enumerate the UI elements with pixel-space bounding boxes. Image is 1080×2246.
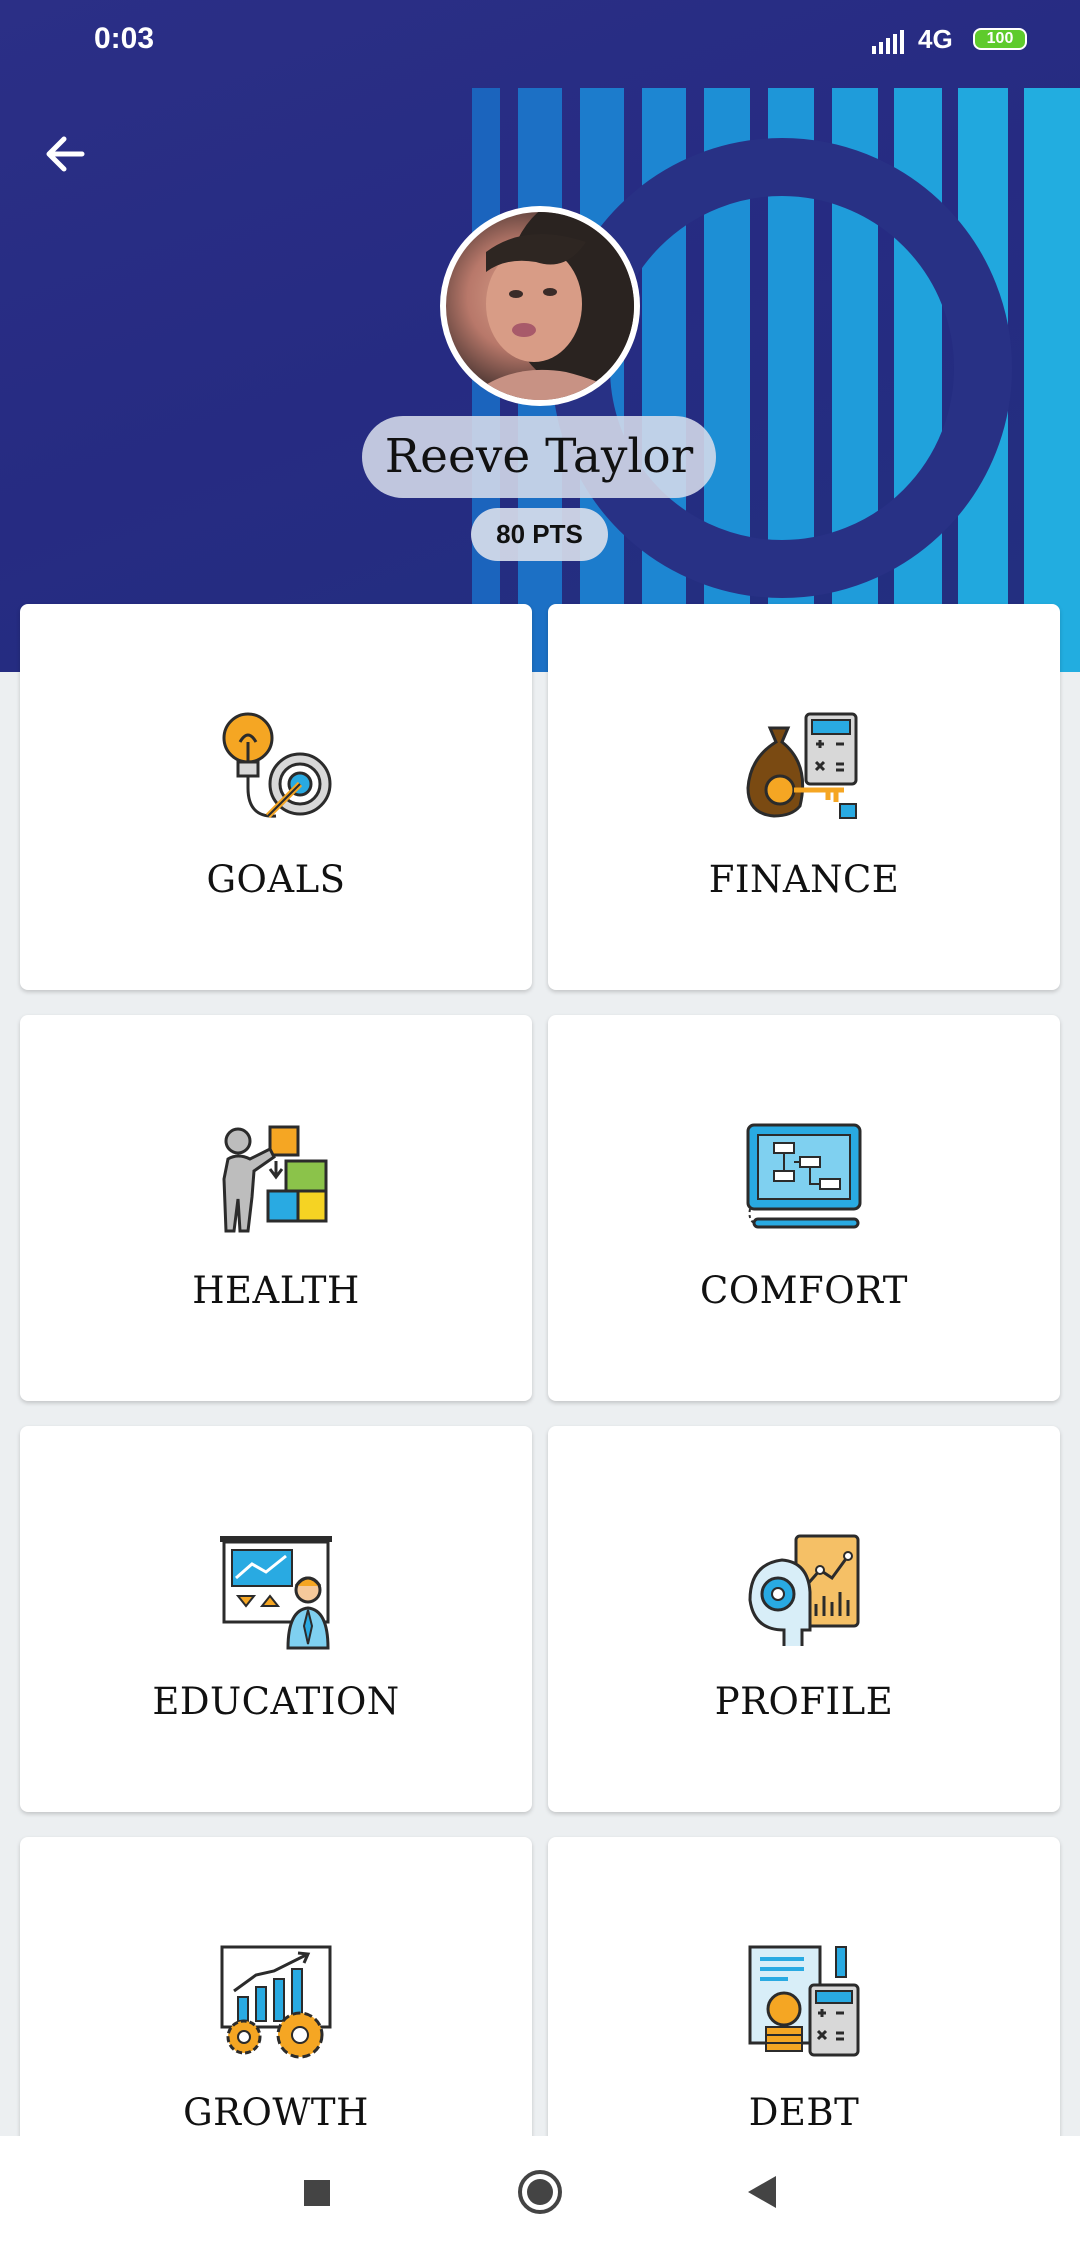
- battery-icon: 100: [973, 28, 1027, 50]
- menu-card-profile[interactable]: PROFILE: [548, 1426, 1060, 1812]
- back-arrow-icon[interactable]: [38, 126, 94, 182]
- system-nav-bar: [0, 2136, 1080, 2246]
- menu-label-comfort: COMFORT: [700, 1269, 908, 1312]
- points-badge: 80 PTS: [471, 508, 608, 561]
- avatar[interactable]: [440, 206, 640, 406]
- menu-label-debt: DEBT: [748, 2091, 860, 2134]
- home-circle-icon[interactable]: [512, 2164, 568, 2220]
- presentation-board-icon: [220, 1536, 332, 1650]
- menu-label-growth: GROWTH: [183, 2091, 369, 2134]
- goal-target-icon: [222, 712, 332, 819]
- recents-square-icon[interactable]: [288, 2164, 344, 2220]
- growth-chart-gears-icon: [220, 1945, 332, 2059]
- menu-label-profile: PROFILE: [714, 1680, 894, 1723]
- profile-header: 0:03 4G 100 Reeve Taylor 80 PTS: [0, 0, 1080, 672]
- menu-label-finance: FINANCE: [708, 858, 900, 901]
- tablet-flowchart-icon: [746, 1123, 862, 1229]
- menu-label-goals: GOALS: [206, 858, 346, 901]
- menu-card-health[interactable]: HEALTH: [20, 1015, 532, 1401]
- menu-label-health: HEALTH: [192, 1269, 360, 1312]
- head-gear-chart-icon: [748, 1534, 860, 1646]
- menu-card-finance[interactable]: FINANCE: [548, 604, 1060, 990]
- menu-card-comfort[interactable]: COMFORT: [548, 1015, 1060, 1401]
- invoice-coins-calculator-icon: [748, 1945, 860, 2057]
- signal-icon: [872, 30, 904, 54]
- menu-label-education: EDUCATION: [152, 1680, 400, 1723]
- user-name: Reeve Taylor: [362, 416, 716, 498]
- status-time: 0:03: [94, 22, 155, 55]
- puzzle-person-icon: [222, 1125, 328, 1233]
- back-triangle-icon[interactable]: [736, 2164, 792, 2220]
- menu-card-education[interactable]: EDUCATION: [20, 1426, 532, 1812]
- money-bag-calculator-icon: [746, 712, 858, 819]
- status-bar: 0:03 4G 100: [0, 0, 1080, 84]
- network-type: 4G: [918, 24, 953, 54]
- menu-card-goals[interactable]: GOALS: [20, 604, 532, 990]
